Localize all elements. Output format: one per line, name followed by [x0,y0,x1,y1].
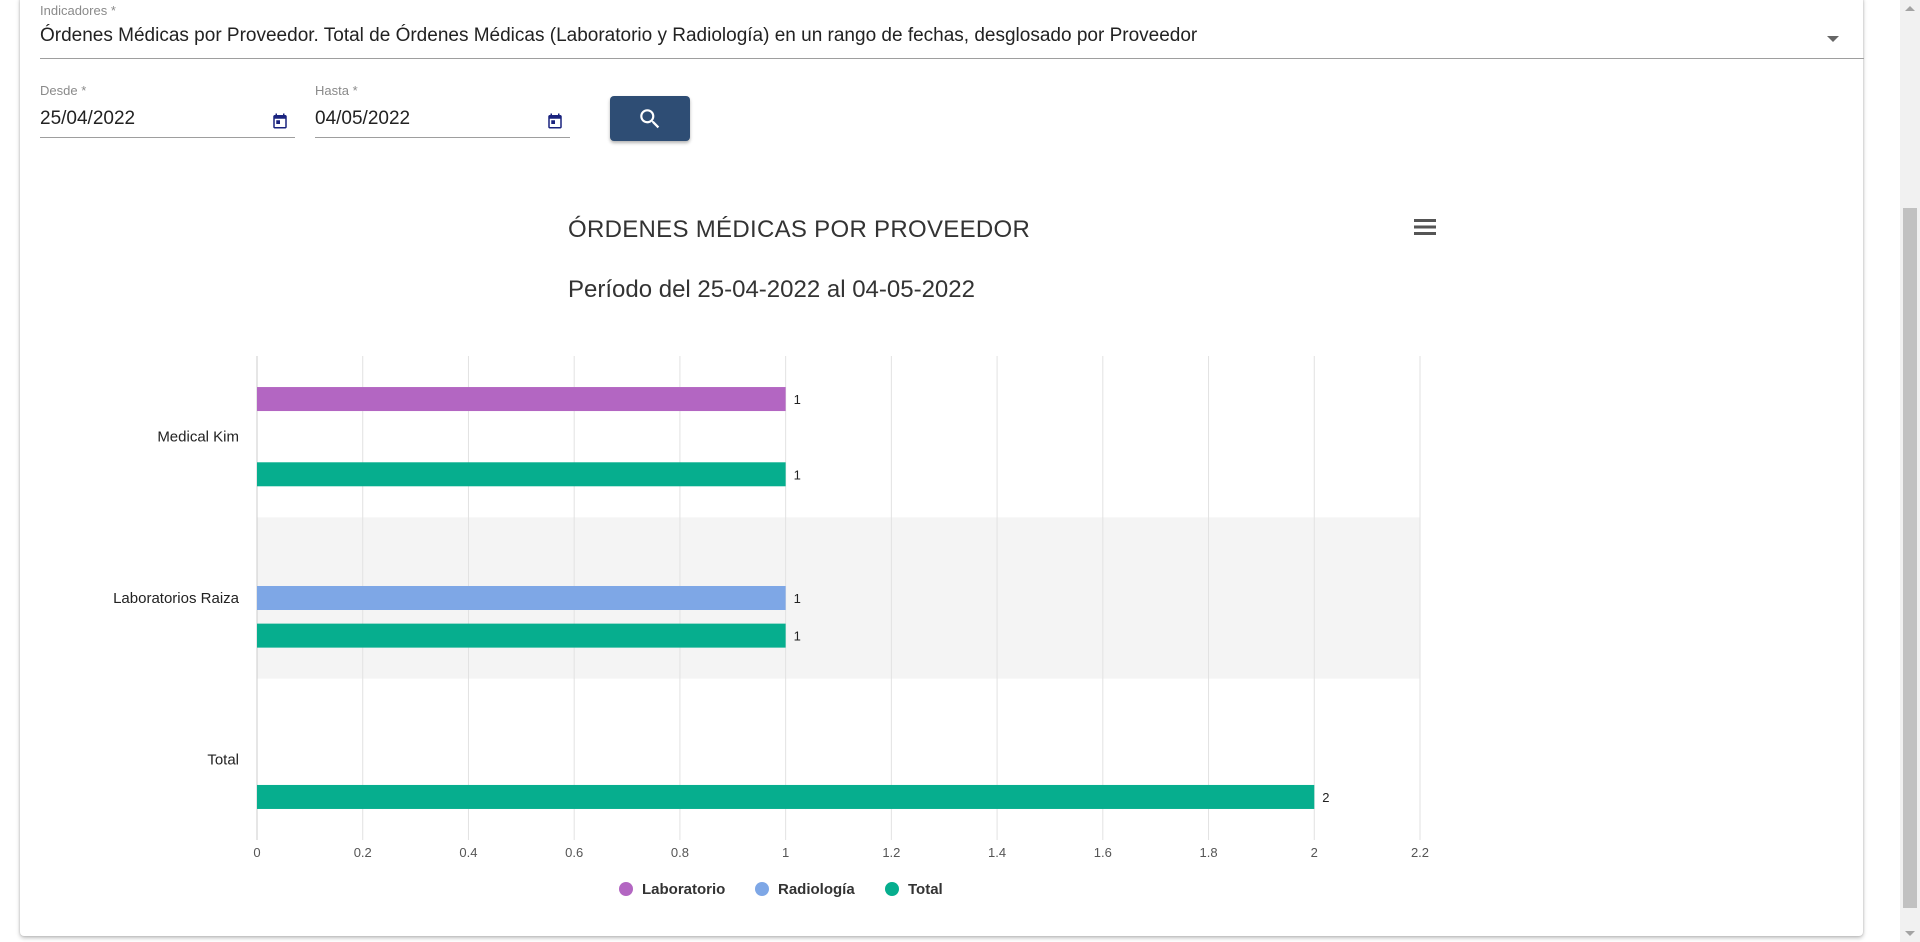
scroll-thumb[interactable] [1903,208,1917,908]
data-label: 2 [1322,790,1329,805]
x-tick-label: 0.2 [354,845,372,860]
legend-item: Total [908,881,943,898]
page-scrollbar[interactable] [1900,0,1920,942]
legend-item: Laboratorio [642,881,725,898]
x-tick-label: 1 [782,845,789,860]
x-tick-label: 1.8 [1200,845,1218,860]
data-label: 1 [794,467,801,482]
bar-total [257,784,1315,809]
data-label: 1 [794,629,801,644]
scroll-up-arrow[interactable] [1905,6,1915,11]
legend-marker [885,882,899,896]
y-category-label: Laboratorios Raiza [113,590,240,607]
bar-chart: 0 0.2 0.4 0.6 0.8 1 1.2 1.4 1.6 1.8 2 2.2 Medical Ki… [113,356,1429,898]
x-tick-label: 0.6 [565,845,583,860]
y-category-label: Total [207,751,239,768]
legend-marker [619,882,633,896]
y-category-label: Medical Kim [157,429,239,446]
scroll-down-arrow[interactable] [1905,931,1915,936]
x-tick-label: 2.2 [1411,845,1429,860]
data-label: 1 [794,392,801,407]
x-tick-label: 0.4 [459,845,477,860]
x-tick-label: 1.2 [882,845,900,860]
x-tick-label: 1.4 [988,845,1006,860]
bar-laboratorio [257,387,786,412]
x-tick-label: 0 [253,845,260,860]
indicator-card: Indicadores * Órdenes Médicas por Provee… [20,0,1864,936]
x-tick-label: 0.8 [671,845,689,860]
x-tick-label: 1.6 [1094,845,1112,860]
bar-radiologa [257,586,786,610]
x-tick-label: 2 [1311,845,1318,860]
legend-item: Radiología [778,881,855,898]
legend-marker [755,882,769,896]
bar-total [257,623,786,648]
bar-total [257,462,786,487]
data-label: 1 [794,591,801,606]
